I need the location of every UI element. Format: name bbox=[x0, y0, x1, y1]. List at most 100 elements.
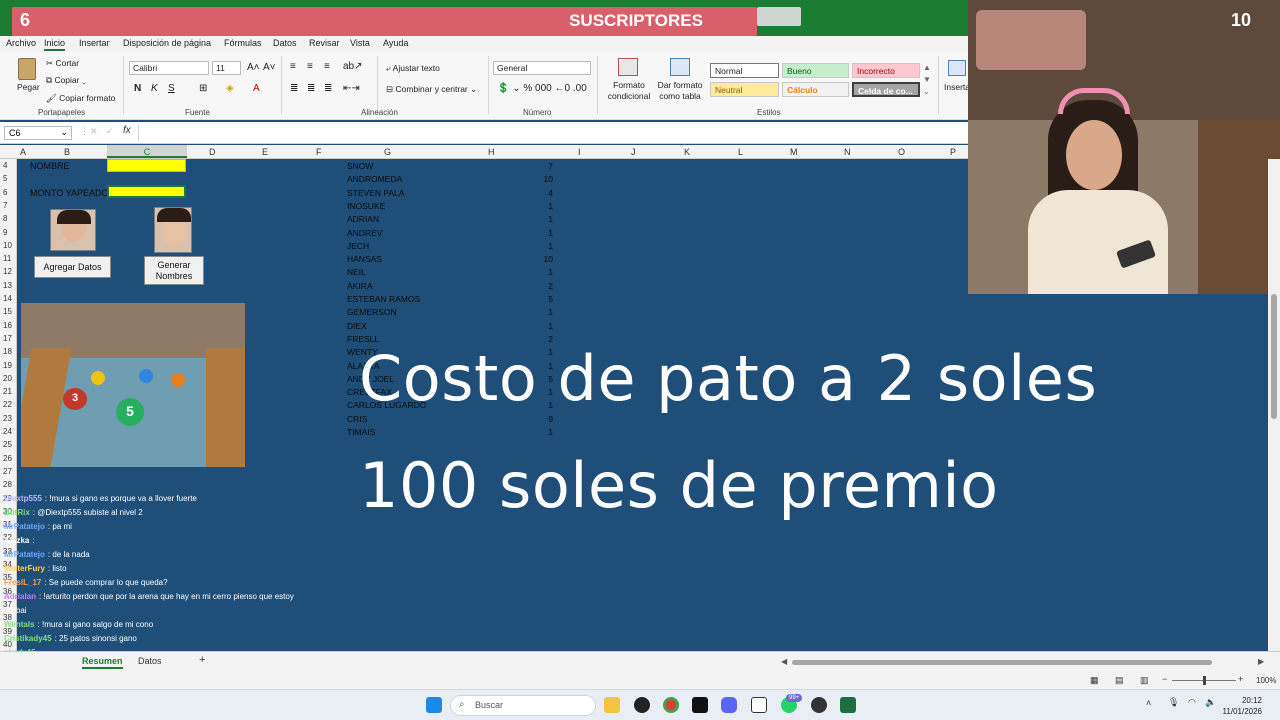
col-b[interactable]: B bbox=[64, 147, 70, 157]
paste-button[interactable]: Pegar bbox=[17, 82, 40, 92]
row-header[interactable]: 19 bbox=[3, 361, 12, 370]
vertical-scrollbar[interactable] bbox=[1268, 159, 1280, 651]
row-header[interactable]: 11 bbox=[3, 254, 11, 263]
zoom-level[interactable]: 100% bbox=[1256, 676, 1276, 685]
row-header[interactable]: 10 bbox=[3, 241, 12, 250]
style-check-cell[interactable]: Celda de co... bbox=[852, 82, 920, 97]
row-header[interactable]: 13 bbox=[3, 281, 12, 290]
format-table-icon[interactable] bbox=[670, 58, 690, 76]
conditional-format-button[interactable]: Formato condicional bbox=[603, 80, 655, 102]
merge-center-button[interactable]: ⊟ Combinar y centrar ⌄ bbox=[386, 84, 477, 95]
col-k[interactable]: K bbox=[684, 147, 690, 157]
taskbar-search[interactable]: ⌕ Buscar bbox=[450, 695, 596, 716]
copy-button[interactable]: ⧉ Copiar ⌄ bbox=[46, 75, 86, 86]
underline-icon[interactable]: S bbox=[168, 83, 175, 94]
col-g[interactable]: G bbox=[384, 147, 391, 157]
page-break-icon[interactable]: ▥ bbox=[1140, 675, 1149, 686]
windows-start-icon[interactable] bbox=[426, 697, 442, 713]
row-header[interactable]: 17 bbox=[3, 334, 12, 343]
cut-button[interactable]: ✂ Cortar bbox=[46, 58, 79, 69]
col-i[interactable]: I bbox=[578, 147, 581, 157]
insert-cells-icon[interactable] bbox=[948, 60, 966, 76]
obs-icon[interactable] bbox=[811, 697, 827, 713]
align-center-icon[interactable]: ≣ bbox=[307, 83, 315, 94]
tab-vista[interactable]: Vista bbox=[350, 38, 370, 48]
number-format-select[interactable]: General bbox=[493, 61, 591, 75]
col-m[interactable]: M bbox=[790, 147, 798, 157]
row-header[interactable]: 15 bbox=[3, 307, 12, 316]
scroll-left-icon[interactable]: ◀ bbox=[781, 657, 787, 666]
add-data-button[interactable]: Agregar Datos bbox=[34, 256, 111, 278]
row-header[interactable]: 27 bbox=[3, 467, 12, 476]
tab-revisar[interactable]: Revisar bbox=[309, 38, 340, 48]
style-good[interactable]: Bueno bbox=[782, 63, 849, 78]
sheet-tab-datos[interactable]: Datos bbox=[138, 656, 162, 666]
style-bad[interactable]: Incorrecto bbox=[852, 63, 920, 78]
align-right-icon[interactable]: ≣ bbox=[324, 83, 332, 94]
row-header[interactable]: 21 bbox=[3, 387, 12, 396]
col-f[interactable]: F bbox=[316, 147, 322, 157]
excel-icon[interactable] bbox=[840, 697, 856, 713]
tab-ayuda[interactable]: Ayuda bbox=[383, 38, 408, 48]
cancel-icon[interactable]: ✕ bbox=[90, 126, 98, 137]
col-j[interactable]: J bbox=[631, 147, 636, 157]
row-header[interactable]: 25 bbox=[3, 440, 12, 449]
amount-input-cell[interactable] bbox=[107, 185, 186, 198]
page-layout-icon[interactable]: ▤ bbox=[1115, 675, 1124, 686]
col-l[interactable]: L bbox=[738, 147, 743, 157]
microphone-icon[interactable]: 🎙 bbox=[1168, 697, 1179, 708]
align-left-icon[interactable]: ≣ bbox=[290, 83, 298, 94]
row-header[interactable]: 6 bbox=[3, 188, 7, 197]
chatgpt-icon[interactable] bbox=[634, 697, 650, 713]
col-d[interactable]: D bbox=[209, 147, 216, 157]
capcut-icon[interactable] bbox=[692, 697, 708, 713]
name-input-cell[interactable] bbox=[107, 159, 186, 172]
zoom-slider-thumb[interactable] bbox=[1203, 676, 1206, 685]
style-normal[interactable]: Normal bbox=[710, 63, 779, 78]
file-explorer-icon[interactable] bbox=[604, 697, 620, 713]
fill-color-icon[interactable]: ◈ bbox=[226, 83, 234, 94]
font-size-select[interactable]: 11 bbox=[212, 61, 241, 75]
align-middle-icon[interactable]: ≡ bbox=[307, 61, 313, 72]
tab-inicio[interactable]: Inicio bbox=[44, 38, 66, 51]
row-header[interactable]: 4 bbox=[3, 161, 7, 170]
conditional-format-icon[interactable] bbox=[618, 58, 638, 76]
row-header[interactable]: 26 bbox=[3, 454, 12, 463]
col-c[interactable]: C bbox=[107, 145, 187, 158]
row-header[interactable]: 12 bbox=[3, 267, 12, 276]
wrap-text-button[interactable]: ⤶ Ajustar texto bbox=[386, 63, 440, 74]
zoom-in-icon[interactable]: + bbox=[1238, 674, 1243, 684]
row-header[interactable]: 20 bbox=[3, 374, 12, 383]
confirm-icon[interactable]: ✓ bbox=[106, 126, 114, 137]
notion-icon[interactable] bbox=[751, 697, 767, 713]
normal-view-icon[interactable]: ▦ bbox=[1090, 675, 1099, 686]
indent-icon[interactable]: ⇤⇥ bbox=[343, 83, 360, 94]
grow-font-icon[interactable]: A˄ bbox=[247, 62, 260, 73]
discord-icon[interactable] bbox=[721, 697, 737, 713]
styles-scroll-icon[interactable]: ▲ ▼ ⌄ bbox=[923, 62, 931, 98]
row-header[interactable]: 28 bbox=[3, 480, 12, 489]
tab-disposicion[interactable]: Disposición de página bbox=[123, 38, 211, 48]
col-e[interactable]: E bbox=[262, 147, 268, 157]
row-header[interactable]: 16 bbox=[3, 321, 12, 330]
row-header[interactable]: 24 bbox=[3, 427, 12, 436]
shrink-font-icon[interactable]: A˅ bbox=[263, 62, 276, 73]
align-top-icon[interactable]: ≡ bbox=[290, 61, 296, 72]
name-box[interactable]: C6 ⌄ bbox=[4, 126, 72, 140]
sheet-tab-resumen[interactable]: Resumen bbox=[82, 656, 123, 669]
tab-formulas[interactable]: Fórmulas bbox=[224, 38, 262, 48]
row-header[interactable]: 9 bbox=[3, 228, 7, 237]
scrollbar-thumb[interactable] bbox=[1271, 294, 1277, 419]
format-table-button[interactable]: Dar formato como tabla bbox=[655, 80, 705, 102]
italic-icon[interactable]: K bbox=[151, 83, 158, 94]
scroll-right-icon[interactable]: ▶ bbox=[1258, 657, 1264, 666]
chrome-icon[interactable] bbox=[663, 697, 679, 713]
col-h[interactable]: H bbox=[488, 147, 495, 157]
add-sheet-button[interactable]: + bbox=[199, 654, 205, 666]
font-color-icon[interactable]: A bbox=[253, 83, 260, 94]
style-neutral[interactable]: Neutral bbox=[710, 82, 779, 97]
col-o[interactable]: O bbox=[898, 147, 905, 157]
currency-icon[interactable]: 💲 ⌄ % 000 ←0 .00 bbox=[497, 83, 587, 94]
col-a[interactable]: A bbox=[20, 147, 26, 157]
tab-datos[interactable]: Datos bbox=[273, 38, 297, 48]
